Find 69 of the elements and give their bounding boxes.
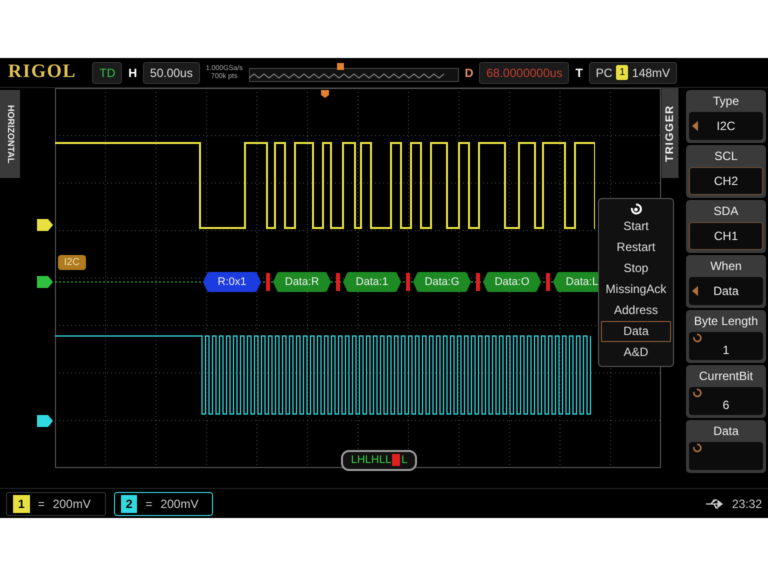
packet-separator xyxy=(336,273,340,291)
bus-label: I2C xyxy=(58,255,86,270)
timebase-label: H xyxy=(128,64,138,82)
knob-icon xyxy=(692,388,702,398)
menu-option[interactable]: Restart xyxy=(601,237,671,258)
channel-number: 2 xyxy=(120,494,138,512)
channel-scale: 200mV xyxy=(52,496,91,512)
trigger-source: PC xyxy=(596,64,612,82)
delay-label: D xyxy=(464,64,474,82)
decoded-packet: R:0x1 xyxy=(203,272,261,292)
knob-icon xyxy=(692,443,702,453)
softkey-value: CH1 xyxy=(714,228,738,245)
run-status: TD xyxy=(92,62,122,84)
trigger-tab[interactable]: TRIGGER xyxy=(662,88,678,178)
bit-pattern-text: L xyxy=(401,453,408,468)
softkey-value: Data xyxy=(713,283,739,300)
caret-icon xyxy=(692,286,698,296)
usb-icon xyxy=(706,498,724,508)
channel-marker-icon xyxy=(37,219,53,231)
scale-separator: = xyxy=(38,496,45,512)
packet-separator xyxy=(406,273,410,291)
softkey-label: SDA xyxy=(714,203,738,220)
brand-logo: RIGOL xyxy=(8,60,76,84)
softkey-value: 1 xyxy=(722,342,730,359)
scale-separator: = xyxy=(145,496,152,512)
trigger-position-icon xyxy=(321,90,329,98)
clock-time: 23:32 xyxy=(732,496,762,512)
softkey-label: When xyxy=(710,258,742,275)
softkey[interactable]: SDA CH1 xyxy=(686,200,766,253)
softkey-label: SCL xyxy=(714,148,738,165)
caret-icon xyxy=(692,121,698,131)
softkey-value: I2C xyxy=(716,118,736,135)
trigger-level: 148mV xyxy=(632,64,670,82)
softkey[interactable]: Type I2C xyxy=(686,90,766,143)
knob-icon xyxy=(692,333,702,343)
timebase-value: 50.00us xyxy=(143,62,200,84)
softkey[interactable]: CurrentBit 6 xyxy=(686,365,766,418)
decoded-packet: Data:O xyxy=(483,272,541,292)
packet-separator xyxy=(546,273,550,291)
channel-marker-icon xyxy=(37,415,53,427)
softkey-label: Byte Length xyxy=(694,313,758,330)
trigger-channel: 1 xyxy=(616,65,628,80)
menu-option[interactable]: A&D xyxy=(601,342,671,363)
menu-option[interactable]: Address xyxy=(601,300,671,321)
softkey[interactable]: SCL CH2 xyxy=(686,145,766,198)
delay-value: 68.0000000us xyxy=(479,62,570,84)
current-bit-marker xyxy=(392,454,400,466)
channel-number: 1 xyxy=(13,494,30,512)
knob-icon xyxy=(629,202,643,216)
bus-marker-icon xyxy=(37,276,53,288)
softkey-label: Type xyxy=(712,93,739,110)
softkey-label: CurrentBit xyxy=(698,368,754,385)
menu-option[interactable]: Data xyxy=(601,321,671,342)
softkey[interactable]: When Data xyxy=(686,255,766,308)
trigger-label: T xyxy=(575,64,583,82)
packet-separator xyxy=(266,273,270,291)
softkey-label: Data xyxy=(713,423,739,440)
decoded-packet: Data:G xyxy=(413,272,471,292)
softkey-value: 6 xyxy=(722,397,730,414)
softkey-value: CH2 xyxy=(714,173,738,190)
horizontal-tab[interactable]: HORIZONTAL xyxy=(0,90,20,178)
bit-pattern-text: LHLHLL xyxy=(351,453,392,468)
decoded-packet: Data:R xyxy=(273,272,331,292)
softkey[interactable]: Data xyxy=(686,420,766,473)
menu-option[interactable]: Start xyxy=(601,216,671,237)
packet-separator xyxy=(476,273,480,291)
decoded-packet: Data:1 xyxy=(343,272,401,292)
channel-scale: 200mV xyxy=(160,496,198,512)
softkey[interactable]: Byte Length 1 xyxy=(686,310,766,363)
